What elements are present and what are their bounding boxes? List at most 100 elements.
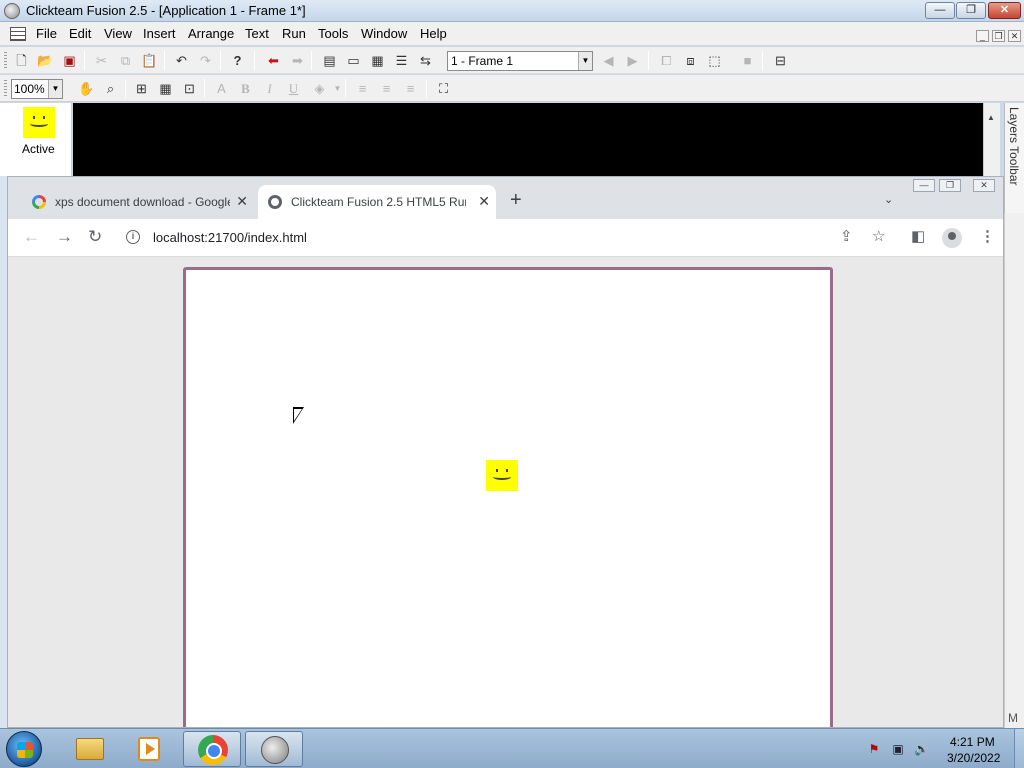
fusion-app-icon[interactable]: [4, 3, 20, 19]
zoom-select[interactable]: 100% ▼: [11, 79, 63, 99]
menu-run[interactable]: Run: [282, 26, 306, 41]
taskbar-explorer-button[interactable]: [60, 731, 118, 767]
help-icon[interactable]: ?: [229, 52, 246, 69]
close-tab-icon[interactable]: ✕: [478, 193, 490, 210]
toolbar-grip[interactable]: [4, 80, 7, 97]
menu-help[interactable]: Help: [420, 26, 447, 41]
grid-setup-icon[interactable]: ⊡: [181, 80, 198, 97]
volume-icon[interactable]: 🔊: [914, 742, 929, 756]
underline-icon[interactable]: U: [285, 80, 302, 97]
align-center-icon[interactable]: ≡: [378, 80, 395, 97]
chevron-down-icon[interactable]: ▼: [578, 52, 592, 70]
url-text[interactable]: localhost:21700/index.html: [153, 230, 307, 245]
html5-runtime-canvas[interactable]: [183, 267, 833, 727]
bold-icon[interactable]: B: [237, 80, 254, 97]
redo-icon[interactable]: ↷: [197, 52, 214, 69]
menu-window[interactable]: Window: [361, 26, 407, 41]
build-icon[interactable]: ⊟: [772, 52, 789, 69]
back-icon[interactable]: ←: [23, 228, 40, 246]
run-in-browser-icon[interactable]: ⬚: [706, 52, 723, 69]
document-menu-icon[interactable]: [10, 27, 26, 41]
run-application-icon[interactable]: ⧠: [658, 52, 675, 69]
bookmark-star-icon[interactable]: ☆: [872, 228, 885, 246]
start-button[interactable]: [6, 731, 42, 767]
address-bar[interactable]: i localhost:21700/index.html: [120, 224, 840, 252]
chrome-minimize-button[interactable]: —: [913, 179, 935, 192]
taskbar-fusion-button[interactable]: [245, 731, 303, 767]
more-menu-icon[interactable]: ⋮: [980, 228, 995, 246]
chevron-down-icon[interactable]: ▼: [329, 80, 346, 97]
menu-text[interactable]: Text: [245, 26, 269, 41]
event-editor-icon[interactable]: ▦: [369, 52, 386, 69]
text-color-icon[interactable]: ◈: [311, 80, 328, 97]
close-button[interactable]: ✕: [988, 2, 1021, 19]
tab-search-chevron-icon[interactable]: ⌄: [884, 193, 893, 206]
action-center-flag-icon[interactable]: ⚑: [867, 742, 881, 756]
chevron-down-icon[interactable]: ▼: [48, 80, 62, 98]
italic-icon[interactable]: I: [261, 80, 278, 97]
run-frame-icon[interactable]: ⧈: [682, 52, 699, 69]
event-list-editor-icon[interactable]: ☰: [393, 52, 410, 69]
undo-icon[interactable]: ↶: [173, 52, 190, 69]
clock-date[interactable]: 3/20/2022: [947, 751, 1000, 765]
site-info-icon[interactable]: i: [126, 230, 140, 244]
new-tab-button[interactable]: +: [510, 190, 522, 210]
menu-view[interactable]: View: [104, 26, 132, 41]
paste-icon[interactable]: 📋: [141, 52, 158, 69]
maximize-button[interactable]: ❐: [956, 2, 986, 19]
hand-icon[interactable]: ✋: [78, 80, 95, 97]
network-icon[interactable]: ▣: [891, 742, 905, 756]
previous-frame-icon[interactable]: ◀: [600, 52, 617, 69]
zoom-tool-icon[interactable]: ⌕: [102, 80, 119, 97]
forward-icon[interactable]: →: [56, 228, 73, 246]
tab-fusion-runtime[interactable]: Clickteam Fusion 2.5 HTML5 Runtime ✕: [258, 185, 496, 219]
close-tab-icon[interactable]: ✕: [236, 193, 248, 210]
taskbar-chrome-button[interactable]: [183, 731, 241, 767]
snap-grid-icon[interactable]: ▦: [157, 80, 174, 97]
cut-icon[interactable]: ✂: [93, 52, 110, 69]
align-left-icon[interactable]: ≡: [354, 80, 371, 97]
profile-avatar-icon[interactable]: [942, 228, 962, 248]
next-frame-icon[interactable]: ▶: [624, 52, 641, 69]
frame-select[interactable]: 1 - Frame 1 ▼: [447, 51, 593, 71]
mdi-close-button[interactable]: ✕: [1008, 30, 1021, 42]
font-icon[interactable]: A: [213, 80, 230, 97]
copy-icon[interactable]: ⧉: [117, 52, 134, 69]
forward-arrow-icon[interactable]: ➡: [289, 52, 306, 69]
storyboard-editor-icon[interactable]: ▤: [321, 52, 338, 69]
menu-arrange[interactable]: Arrange: [188, 26, 234, 41]
show-grid-icon[interactable]: ⊞: [133, 80, 150, 97]
mdi-minimize-button[interactable]: _: [976, 30, 989, 42]
active-object-icon[interactable]: [23, 107, 55, 138]
back-arrow-icon[interactable]: ⬅: [265, 52, 282, 69]
new-icon[interactable]: 🗋: [13, 52, 30, 69]
align-right-icon[interactable]: ≡: [402, 80, 419, 97]
menu-edit[interactable]: Edit: [69, 26, 91, 41]
frame-editor-area[interactable]: [73, 103, 983, 177]
chrome-close-button[interactable]: ✕: [973, 179, 995, 192]
stop-icon[interactable]: ■: [739, 52, 756, 69]
menu-tools[interactable]: Tools: [318, 26, 348, 41]
menu-file[interactable]: File: [36, 26, 57, 41]
chrome-maximize-button[interactable]: ❐: [939, 179, 961, 192]
toolbar-grip[interactable]: [4, 52, 7, 69]
share-icon[interactable]: ⇪: [840, 228, 853, 246]
minimize-button[interactable]: —: [925, 2, 955, 19]
side-panel-tab[interactable]: M: [1008, 711, 1018, 725]
tab-google-search[interactable]: xps document download - Google ✕: [22, 185, 254, 219]
clock-time[interactable]: 4:21 PM: [950, 735, 995, 749]
scroll-up-icon[interactable]: ▲: [987, 113, 995, 122]
side-panel-icon[interactable]: ◧: [911, 228, 925, 246]
save-icon[interactable]: ▣: [61, 52, 78, 69]
reload-icon[interactable]: ↻: [88, 228, 102, 246]
data-elements-icon[interactable]: ⇆: [417, 52, 434, 69]
mdi-restore-button[interactable]: ❐: [992, 30, 1005, 42]
layers-toolbar-tab[interactable]: Layers Toolbar: [1004, 103, 1024, 213]
fit-to-window-icon[interactable]: ⛶: [435, 80, 452, 97]
frame-editor-icon[interactable]: ▭: [345, 52, 362, 69]
taskbar-media-player-button[interactable]: [120, 731, 178, 767]
active-object-sprite[interactable]: [486, 460, 518, 491]
menu-insert[interactable]: Insert: [143, 26, 176, 41]
show-desktop-button[interactable]: [1014, 729, 1024, 768]
open-icon[interactable]: 📂: [37, 52, 54, 69]
